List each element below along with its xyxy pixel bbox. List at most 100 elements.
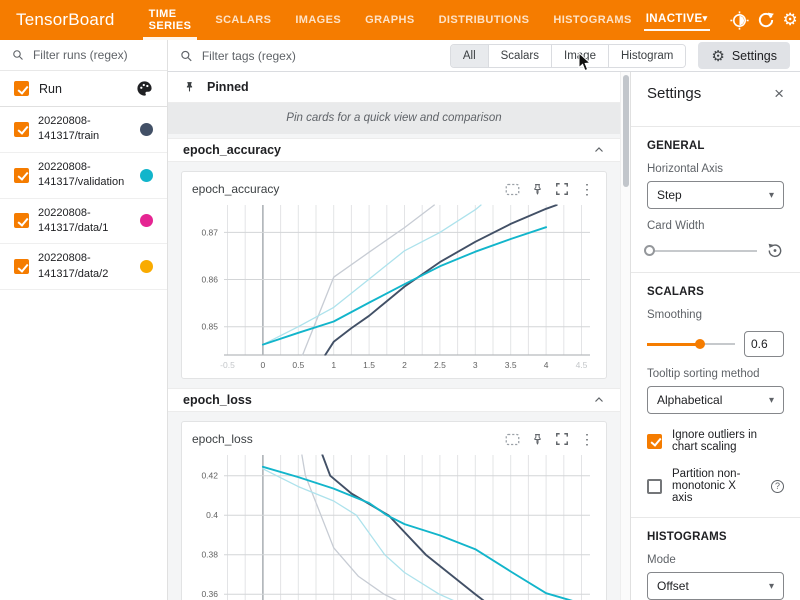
run-list-item[interactable]: 20220808-141317/data/1 [0,199,167,245]
run-name: 20220808-141317/data/1 [38,206,131,237]
run-list-item[interactable]: 20220808-141317/train [0,107,167,153]
svg-text:0.42: 0.42 [201,471,218,481]
run-list-item[interactable]: 20220808-141317/data/2 [0,244,167,290]
run-list: 20220808-141317/train 20220808-141317/va… [0,107,167,290]
card-menu-button[interactable]: ⋮ [576,428,598,450]
kebab-icon: ⋮ [580,181,594,198]
nav-tab[interactable]: SCALARS [203,0,283,40]
section-header-epoch-loss[interactable]: epoch_loss [168,388,620,412]
refresh-button[interactable] [757,6,775,34]
svg-text:0.4: 0.4 [206,510,218,520]
chevron-down-icon: ▾ [769,395,774,406]
pin-icon [531,432,544,447]
settings-button[interactable]: ⚙ Settings [698,42,790,69]
fit-to-domain-button[interactable] [501,428,523,450]
nav-tab[interactable]: IMAGES [283,0,353,40]
svg-text:0.87: 0.87 [201,227,218,237]
settings-gear-button[interactable]: ⚙ [783,6,798,34]
run-list-item[interactable]: 20220808-141317/validation [0,153,167,199]
run-name: 20220808-141317/validation [38,160,131,191]
refresh-icon [757,11,775,29]
tag-type-filter-group: All Scalars Image Histogram [450,44,687,68]
tooltip-sorting-select[interactable]: Alphabetical ▾ [647,386,784,414]
horizontal-axis-select[interactable]: Step ▾ [647,181,784,209]
run-checkbox[interactable] [14,213,29,228]
nav-tab[interactable]: DISTRIBUTIONS [427,0,542,40]
tag-type-chip[interactable]: All [451,45,488,67]
chevron-down-icon: ▾ [769,581,774,592]
run-color-dot [140,214,153,227]
reset-icon[interactable] [766,242,784,259]
tags-toolbar: All Scalars Image Histogram ⚙ Settings [168,40,800,72]
run-list-header: Run [0,71,167,107]
nav-tab[interactable]: TIME SERIES [137,0,204,40]
run-column-label: Run [39,82,126,96]
fullscreen-button[interactable] [551,178,573,200]
svg-text:2.5: 2.5 [434,360,446,370]
svg-text:3: 3 [473,360,478,370]
nav-tabs: TIME SERIES SCALARS IMAGES GRAPHS DISTRI… [137,0,644,40]
fit-to-domain-button[interactable] [501,178,523,200]
tag-type-chip[interactable]: Scalars [488,45,551,67]
card-menu-button[interactable]: ⋮ [576,178,598,200]
pin-hint-text: Pin cards for a quick view and compariso… [168,103,620,134]
svg-text:0.85: 0.85 [201,322,218,332]
app-logo: TensorBoard [0,10,137,30]
card-width-slider[interactable] [647,245,757,257]
smoothing-value-input[interactable] [744,331,784,357]
svg-text:-0.5: -0.5 [220,360,235,370]
run-name: 20220808-141317/train [38,114,131,145]
close-icon[interactable]: × [774,85,784,102]
tag-type-chip[interactable]: Image [551,45,608,67]
pin-card-button[interactable] [526,178,548,200]
run-color-dot [140,123,153,136]
ignore-outliers-row[interactable]: Ignore outliers in chart scaling [647,429,784,453]
settings-scalars-section: SCALARS Smoothing Tooltip sorting method… [647,286,784,504]
filter-runs-input[interactable] [33,48,157,62]
palette-icon[interactable] [136,80,153,97]
epoch-accuracy-chart[interactable]: 0.850.860.87-0.500.511.522.533.544.5 [190,201,596,375]
smoothing-slider[interactable] [647,338,735,350]
fullscreen-button[interactable] [551,428,573,450]
chevron-up-icon[interactable] [593,394,605,406]
slider-thumb[interactable] [644,245,655,256]
pin-card-button[interactable] [526,428,548,450]
chevron-up-icon[interactable] [593,144,605,156]
section-header-epoch-accuracy[interactable]: epoch_accuracy [168,138,620,162]
settings-panel: Settings × GENERAL Horizontal Axis Step … [630,72,800,600]
fullscreen-icon [555,432,569,446]
tooltip-sorting-value: Alphabetical [657,393,722,407]
partition-x-axis-checkbox[interactable] [647,479,662,494]
filter-tags-input[interactable] [202,49,442,63]
gear-icon: ⚙ [711,47,724,65]
nav-tab[interactable]: HISTOGRAMS [541,0,643,40]
divider [631,517,800,518]
help-icon[interactable]: ? [771,480,784,493]
select-all-runs-checkbox[interactable] [14,81,29,96]
partition-x-axis-label: Partition non-monotonic X axis [672,468,759,504]
smoothing-label: Smoothing [647,309,784,321]
theme-toggle-button[interactable] [730,6,749,34]
nav-tab[interactable]: GRAPHS [353,0,426,40]
scalars-heading: SCALARS [647,286,784,298]
partition-x-axis-row[interactable]: Partition non-monotonic X axis ? [647,468,784,504]
histogram-mode-value: Offset [657,579,689,593]
scrollbar-thumb[interactable] [623,75,629,187]
epoch-loss-chart[interactable]: 0.420.40.380.36 [190,451,596,600]
horizontal-axis-label: Horizontal Axis [647,163,784,175]
run-checkbox[interactable] [14,122,29,137]
run-checkbox[interactable] [14,259,29,274]
horizontal-axis-value: Step [657,188,682,202]
chevron-down-icon: ▾ [703,13,708,24]
tag-type-chip[interactable]: Histogram [608,45,685,67]
run-checkbox[interactable] [14,168,29,183]
cards-scrollbar[interactable] [620,72,630,600]
histogram-mode-select[interactable]: Offset ▾ [647,572,784,600]
chevron-down-icon: ▾ [769,190,774,201]
run-status-dropdown[interactable]: INACTIVE ▾ [644,10,710,31]
scalar-card-epoch-loss: epoch_loss [181,421,607,600]
ignore-outliers-checkbox[interactable] [647,434,662,449]
gear-icon: ⚙ [783,10,798,30]
slider-thumb[interactable] [695,339,705,349]
svg-text:2: 2 [402,360,407,370]
